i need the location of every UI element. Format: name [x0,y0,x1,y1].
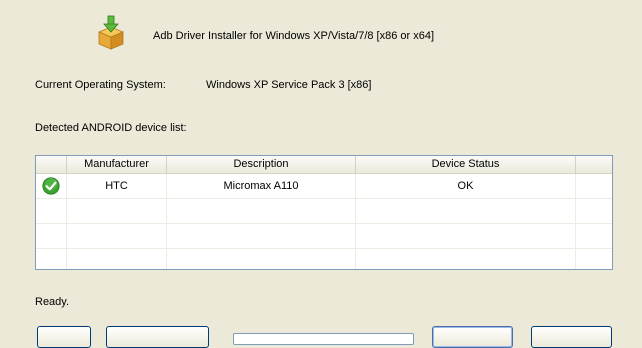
empty-cell [36,249,67,269]
empty-cell [576,199,612,223]
table-row[interactable]: HTC Micromax A110 OK [36,174,612,199]
status-text: Ready. [35,296,70,308]
column-header-device-status[interactable]: Device Status [356,156,576,173]
empty-cell [576,224,612,248]
action-button-2[interactable] [106,326,209,348]
empty-cell [67,249,167,269]
os-label: Current Operating System: [35,79,166,91]
action-button-3[interactable] [432,326,513,348]
column-header-extra[interactable] [576,156,612,173]
table-row-empty [36,249,612,269]
empty-cell [356,224,576,248]
status-icon-cell [36,174,67,198]
empty-cell [167,224,356,248]
empty-cell [36,199,67,223]
table-row-empty [36,224,612,249]
device-table[interactable]: Manufacturer Description Device Status H… [35,155,613,270]
empty-cell [576,174,612,198]
action-button-1[interactable] [37,326,91,348]
empty-cell [576,249,612,269]
empty-cell [36,224,67,248]
column-header-description[interactable]: Description [167,156,356,173]
empty-cell [167,249,356,269]
empty-cell [67,224,167,248]
description-cell: Micromax A110 [167,174,356,198]
table-header: Manufacturer Description Device Status [36,156,612,174]
app-title: Adb Driver Installer for Windows XP/Vist… [153,30,435,42]
column-header-manufacturer[interactable]: Manufacturer [67,156,167,173]
os-value: Windows XP Service Pack 3 [x86] [206,79,372,91]
device-status-cell: OK [356,174,576,198]
column-header-icon[interactable] [36,156,67,173]
empty-cell [356,199,576,223]
empty-cell [67,199,167,223]
empty-cell [356,249,576,269]
check-icon [42,177,60,195]
action-button-4[interactable] [531,326,612,348]
package-install-icon [96,14,126,50]
progress-bar [233,333,414,345]
manufacturer-cell: HTC [67,174,167,198]
empty-cell [167,199,356,223]
device-list-label: Detected ANDROID device list: [35,122,187,134]
table-row-empty [36,199,612,224]
